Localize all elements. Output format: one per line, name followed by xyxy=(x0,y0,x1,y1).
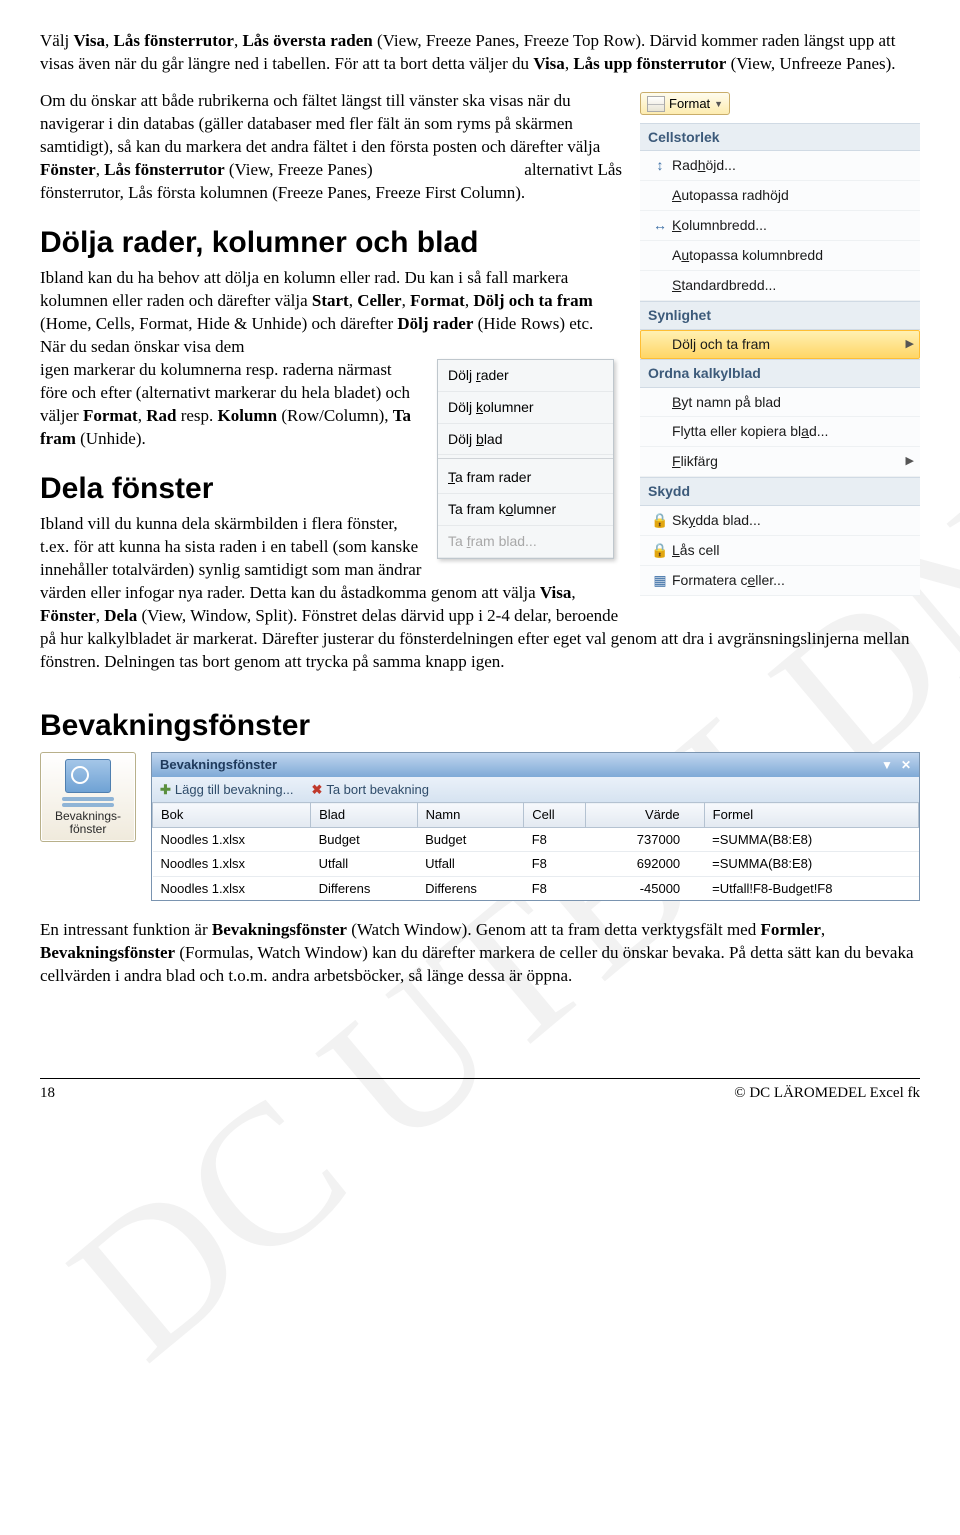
menu-autopassa-kolumnbredd[interactable]: Autopassa kolumnbredd xyxy=(640,241,920,271)
watch-window-ribbon-button[interactable]: Bevaknings-fönster xyxy=(40,752,136,841)
group-cellstorlek: Cellstorlek xyxy=(640,123,920,152)
watch-window-title: Bevakningsfönster xyxy=(160,756,277,774)
page-footer: 18 © DC LÄROMEDEL Excel fk xyxy=(40,1078,920,1103)
submenu-dolj-rader[interactable]: Dölj rader xyxy=(438,360,613,392)
footer-copyright: © DC LÄROMEDEL Excel fk xyxy=(734,1083,920,1103)
paragraph-bevakning: En intressant funktion är Bevakningsföns… xyxy=(40,919,920,988)
hide-unhide-submenu: Dölj rader Dölj kolumner Dölj blad Ta fr… xyxy=(437,359,614,559)
col-namn[interactable]: Namn xyxy=(417,803,524,828)
page-number: 18 xyxy=(40,1083,55,1103)
paragraph-freeze-intro: Välj Visa, Lås fönsterrutor, Lås översta… xyxy=(40,30,920,76)
watch-window-button-label: Bevaknings-fönster xyxy=(45,810,131,836)
menu-skydda-blad[interactable]: 🔒Skydda blad... xyxy=(640,506,920,536)
submenu-ta-fram-rader[interactable]: Ta fram rader xyxy=(438,462,613,494)
delete-watch-button[interactable]: ✖Ta bort bevakning xyxy=(311,781,429,799)
col-cell[interactable]: Cell xyxy=(524,803,586,828)
submenu-dolj-kolumner[interactable]: Dölj kolumner xyxy=(438,392,613,424)
group-synlighet: Synlighet xyxy=(640,301,920,330)
add-watch-button[interactable]: ✚Lägg till bevakning... xyxy=(160,781,293,799)
menu-radhojd[interactable]: ↕Radhöjd... xyxy=(640,151,920,181)
menu-flikfarg[interactable]: Flikfärg▶ xyxy=(640,447,920,477)
menu-autopassa-radhojd[interactable]: Autopassa radhöjd xyxy=(640,181,920,211)
col-bok[interactable]: Bok xyxy=(153,803,311,828)
close-icon[interactable]: ✕ xyxy=(901,757,911,773)
group-ordna: Ordna kalkylblad xyxy=(640,359,920,388)
submenu-arrow-icon: ▶ xyxy=(906,337,914,352)
heading-bevakning: Bevakningsfönster xyxy=(40,706,920,747)
format-dropdown-panel: Format ▼ Cellstorlek ↕Radhöjd... Autopas… xyxy=(640,90,920,596)
format-button[interactable]: Format ▼ xyxy=(640,92,730,116)
table-row[interactable]: Noodles 1.xlsxBudgetBudgetF8737000=SUMMA… xyxy=(153,827,919,852)
watch-window-icon xyxy=(65,759,111,793)
table-row[interactable]: Noodles 1.xlsxDifferensDifferensF8-45000… xyxy=(153,876,919,900)
format-button-label: Format xyxy=(669,95,710,113)
watch-window-titlebar[interactable]: Bevakningsfönster ▼ ✕ xyxy=(152,753,919,777)
menu-formatera-celler[interactable]: ▦Formatera celler... xyxy=(640,566,920,596)
col-blad[interactable]: Blad xyxy=(311,803,418,828)
chevron-down-icon: ▼ xyxy=(714,98,723,110)
menu-las-cell[interactable]: 🔒Lås cell xyxy=(640,536,920,566)
lock-sheet-icon: 🔒 xyxy=(648,511,672,530)
plus-icon: ✚ xyxy=(160,781,171,799)
dropdown-icon[interactable]: ▼ xyxy=(881,757,893,773)
menu-flytta-kopiera[interactable]: Flytta eller kopiera blad... xyxy=(640,417,920,447)
menu-byt-namn[interactable]: Byt namn på blad xyxy=(640,388,920,418)
menu-kolumnbredd[interactable]: ↔Kolumnbredd... xyxy=(640,211,920,241)
col-formel[interactable]: Formel xyxy=(704,803,918,828)
watch-window-panel: Bevakningsfönster ▼ ✕ ✚Lägg till bevakni… xyxy=(151,752,920,901)
submenu-dolj-blad[interactable]: Dölj blad xyxy=(438,424,613,456)
menu-dolj-och-ta-fram[interactable]: Dölj och ta fram▶ xyxy=(640,330,920,359)
group-skydd: Skydd xyxy=(640,477,920,506)
col-width-icon: ↔ xyxy=(648,216,672,235)
menu-standardbredd[interactable]: Standardbredd... xyxy=(640,271,920,301)
delete-icon: ✖ xyxy=(311,781,322,799)
row-height-icon: ↕ xyxy=(648,156,672,175)
submenu-arrow-icon: ▶ xyxy=(906,454,914,469)
table-row[interactable]: Noodles 1.xlsxUtfallUtfallF8692000=SUMMA… xyxy=(153,852,919,877)
watch-table: Bok Blad Namn Cell Värde Formel Noodles … xyxy=(152,802,919,900)
format-cell-icon xyxy=(647,96,665,112)
col-varde[interactable]: Värde xyxy=(586,803,705,828)
submenu-ta-fram-blad: Ta fram blad... xyxy=(438,526,613,558)
format-cells-icon: ▦ xyxy=(648,571,672,590)
submenu-ta-fram-kolumner[interactable]: Ta fram kolumner xyxy=(438,494,613,526)
lock-cell-icon: 🔒 xyxy=(648,541,672,560)
